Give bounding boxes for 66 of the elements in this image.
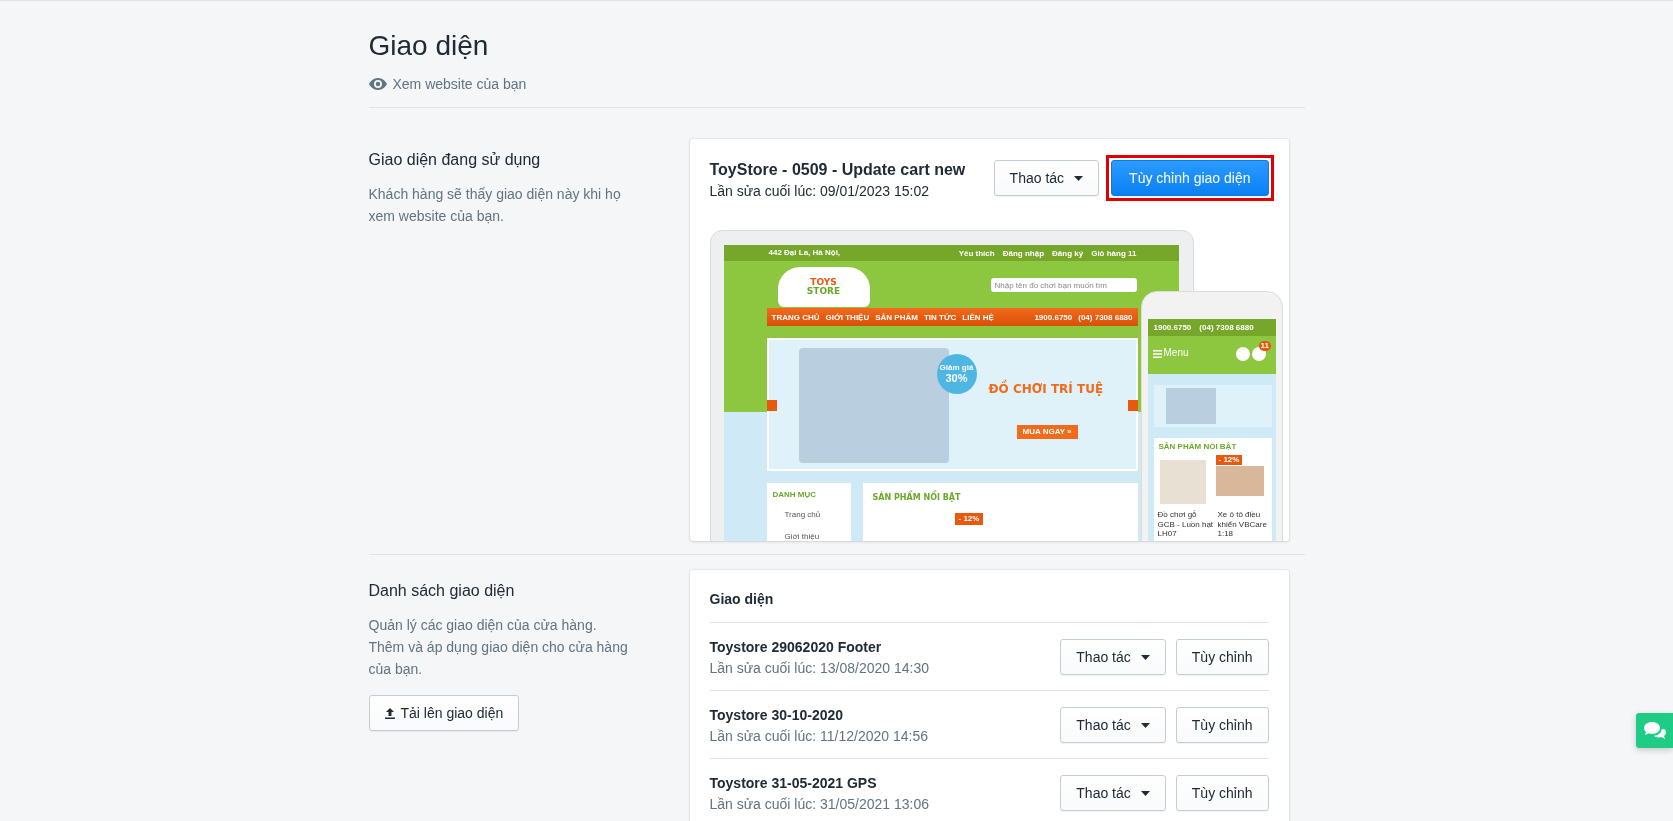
phone-number: (04) 7308 6880 [1078,312,1133,322]
phone-number: 1900.6750 [1153,323,1192,332]
nav-item[interactable]: SẢN PHẨM [875,312,918,322]
customize-button[interactable]: Tùy chỉnh [1175,639,1269,675]
section-heading: Giao diện đang sử dụng [368,150,542,170]
upload-theme-button[interactable]: Tải lên giao diện [368,695,520,731]
theme-name: ToyStore - 0509 - Update cart new [709,160,966,180]
phone-number: (04) 7308 6880 [1199,323,1254,332]
eye-icon [368,78,387,90]
view-website-link[interactable]: Xem website của bạn [368,76,527,92]
nav-item[interactable]: LIÊN HỆ [962,312,994,322]
caret-icon [1140,790,1150,796]
last-edited-text: Lần sửa cuối lúc: 09/01/2023 15:02 [709,182,931,201]
product-name: Đồ chơi gỗ GCB - Luồn hạt LH07 [1157,510,1214,539]
actions-dropdown-button[interactable]: Thao tác [1060,775,1166,811]
actions-dropdown-button[interactable]: Thao tác [1060,639,1166,675]
product-image [1215,466,1264,496]
chat-button[interactable] [1636,713,1673,748]
category-title: DANH MỤC [772,491,817,499]
top-link[interactable]: Đăng ký [1052,249,1084,258]
actions-dropdown-button[interactable]: Thao tác [1060,707,1166,743]
customize-button[interactable]: Tùy chỉnh [1175,775,1269,811]
last-edited-text: Lần sửa cuối lúc: 31/05/2021 13:06 [709,794,930,814]
logo-text: STORE [806,287,841,296]
discount-tag: - 12% [954,513,984,525]
category-item: Trang chủ [784,511,821,519]
discount-tag: - 12% [1215,455,1243,465]
product-name: Xe ô tô điều khiển VBCare 1:18 [1217,510,1268,539]
actions-dropdown-button[interactable]: Thao tác [993,160,1100,196]
section-heading: Danh sách giao diện [368,581,516,601]
last-edited-text: Lần sửa cuối lúc: 11/12/2020 14:56 [709,726,928,746]
search-field[interactable]: Nhập tên đồ chơi bạn muốn tìm [990,278,1137,292]
last-edited-text: Lần sửa cuối lúc: 13/08/2020 14:30 [709,658,930,678]
list-title: Giao diện [709,590,1269,623]
page-title: Giao diện [368,29,490,62]
theme-name: Toystore 31-05-2021 GPS [709,773,878,793]
caret-icon [1140,654,1150,660]
top-link[interactable]: Giỏ hàng 11 [1091,249,1137,258]
customize-button[interactable]: Tùy chỉnh [1175,707,1269,743]
nav-item[interactable]: TRANG CHỦ [771,312,820,322]
badge-text: 30% [945,372,968,385]
upload-icon [384,707,395,719]
logo-text: TOYS [810,278,837,287]
section-description: Thêm và áp dụng giao diện cho cửa hàng của bạn. [368,638,629,679]
section-description: Khách hàng sẽ thấy giao diện này khi họ xem website của bạn. [368,185,622,226]
chat-bubbles-icon [1643,721,1666,740]
theme-name: Toystore 29062020 Footer [709,637,883,657]
photo-placeholder [1165,388,1216,424]
location-text: 442 Đại La, Hà Nội, [768,249,841,257]
menu-icon[interactable] [1152,350,1162,358]
caret-icon [1140,722,1150,728]
caret-icon [1074,175,1084,181]
customize-button[interactable]: Tùy chỉnh giao diện [1111,160,1269,196]
section-description: Quản lý các giao diện của cửa hàng. [368,616,598,635]
category-item: Giới thiệu [784,533,820,541]
cart-count: 11 [1258,341,1271,351]
product-image [1159,460,1206,504]
top-link[interactable]: Yêu thích [958,249,995,258]
nav-item[interactable]: GIỚI THIỆU [825,312,870,322]
phone-number: 1900.6750 [1034,312,1073,322]
badge-text: Giảm giá [939,363,974,373]
menu-label: Menu [1163,348,1189,358]
top-link[interactable]: Đăng nhập [1002,249,1045,258]
featured-title: SẢN PHẨM NỔI BẬT [1158,443,1237,451]
nav-item[interactable]: TIN TỨC [923,312,957,322]
theme-name: Toystore 30-10-2020 [709,705,845,725]
